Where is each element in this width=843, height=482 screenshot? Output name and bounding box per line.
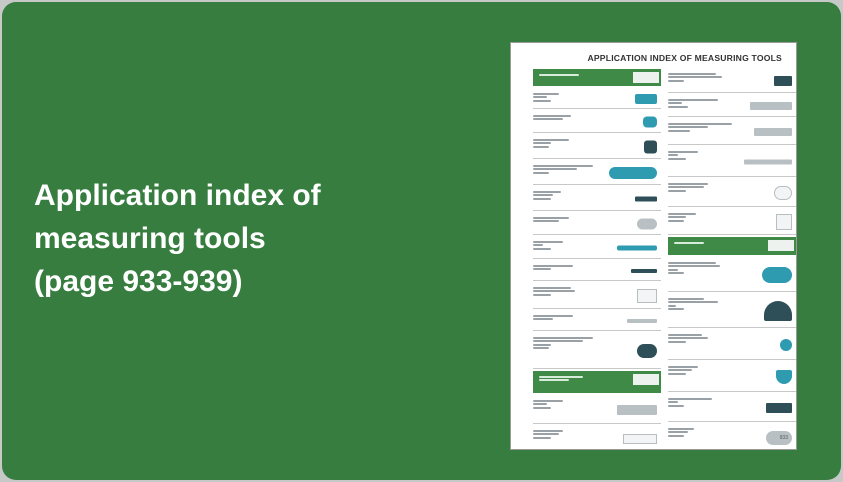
list-item bbox=[533, 426, 661, 449]
section-band bbox=[533, 69, 661, 86]
tool-image bbox=[776, 369, 792, 384]
card-title: Application index of measuring tools (pa… bbox=[34, 174, 434, 303]
catalog-page-thumbnail[interactable]: APPLICATION INDEX OF MEASURING TOOLS 933 bbox=[510, 42, 797, 450]
tool-image bbox=[744, 159, 792, 164]
tool-image bbox=[635, 196, 657, 201]
list-item bbox=[668, 95, 796, 117]
catalog-page-number: 933 bbox=[779, 435, 788, 441]
list-item bbox=[533, 213, 661, 235]
tool-image bbox=[637, 218, 657, 229]
tool-image bbox=[627, 318, 657, 323]
list-item bbox=[668, 179, 796, 207]
list-item bbox=[533, 396, 661, 424]
tool-image bbox=[762, 266, 792, 283]
list-item bbox=[668, 258, 796, 292]
list-item bbox=[533, 333, 661, 369]
section-band bbox=[668, 237, 796, 255]
list-item bbox=[668, 424, 796, 449]
tool-image bbox=[623, 433, 657, 444]
tool-image bbox=[617, 404, 657, 415]
tool-image bbox=[635, 93, 657, 104]
list-item bbox=[533, 283, 661, 309]
list-item bbox=[668, 147, 796, 177]
list-item bbox=[668, 362, 796, 392]
list-item bbox=[533, 161, 661, 185]
section-band bbox=[533, 371, 661, 393]
list-item bbox=[533, 237, 661, 259]
tool-image bbox=[774, 185, 792, 200]
list-item bbox=[533, 187, 661, 211]
tool-image bbox=[754, 127, 792, 136]
tool-image bbox=[774, 75, 792, 86]
list-item bbox=[533, 261, 661, 281]
list-item bbox=[668, 394, 796, 422]
list-item bbox=[668, 294, 796, 328]
tool-image bbox=[617, 245, 657, 250]
list-item bbox=[668, 69, 796, 93]
info-card: Application index of measuring tools (pa… bbox=[2, 2, 841, 480]
catalog-left-column bbox=[533, 69, 661, 449]
title-line-1: Application index of bbox=[34, 179, 321, 212]
tool-image bbox=[780, 338, 792, 351]
title-line-2: measuring tools bbox=[34, 222, 266, 255]
list-item bbox=[533, 135, 661, 159]
tool-image bbox=[750, 101, 792, 110]
title-line-3: (page 933-939) bbox=[34, 265, 243, 298]
list-item bbox=[668, 330, 796, 360]
tool-image bbox=[776, 213, 792, 230]
tool-image bbox=[644, 140, 657, 153]
tool-image bbox=[631, 268, 657, 273]
tool-image bbox=[609, 166, 657, 179]
catalog-page-heading: APPLICATION INDEX OF MEASURING TOOLS bbox=[587, 53, 782, 63]
tool-image bbox=[643, 116, 657, 127]
catalog-right-column bbox=[668, 69, 796, 449]
list-item bbox=[533, 111, 661, 133]
tool-image bbox=[766, 402, 792, 413]
tool-image bbox=[637, 288, 657, 303]
list-item bbox=[668, 209, 796, 235]
list-item bbox=[668, 119, 796, 145]
list-item bbox=[533, 311, 661, 331]
tool-image bbox=[637, 343, 657, 358]
tool-image bbox=[764, 300, 792, 321]
list-item bbox=[533, 89, 661, 109]
